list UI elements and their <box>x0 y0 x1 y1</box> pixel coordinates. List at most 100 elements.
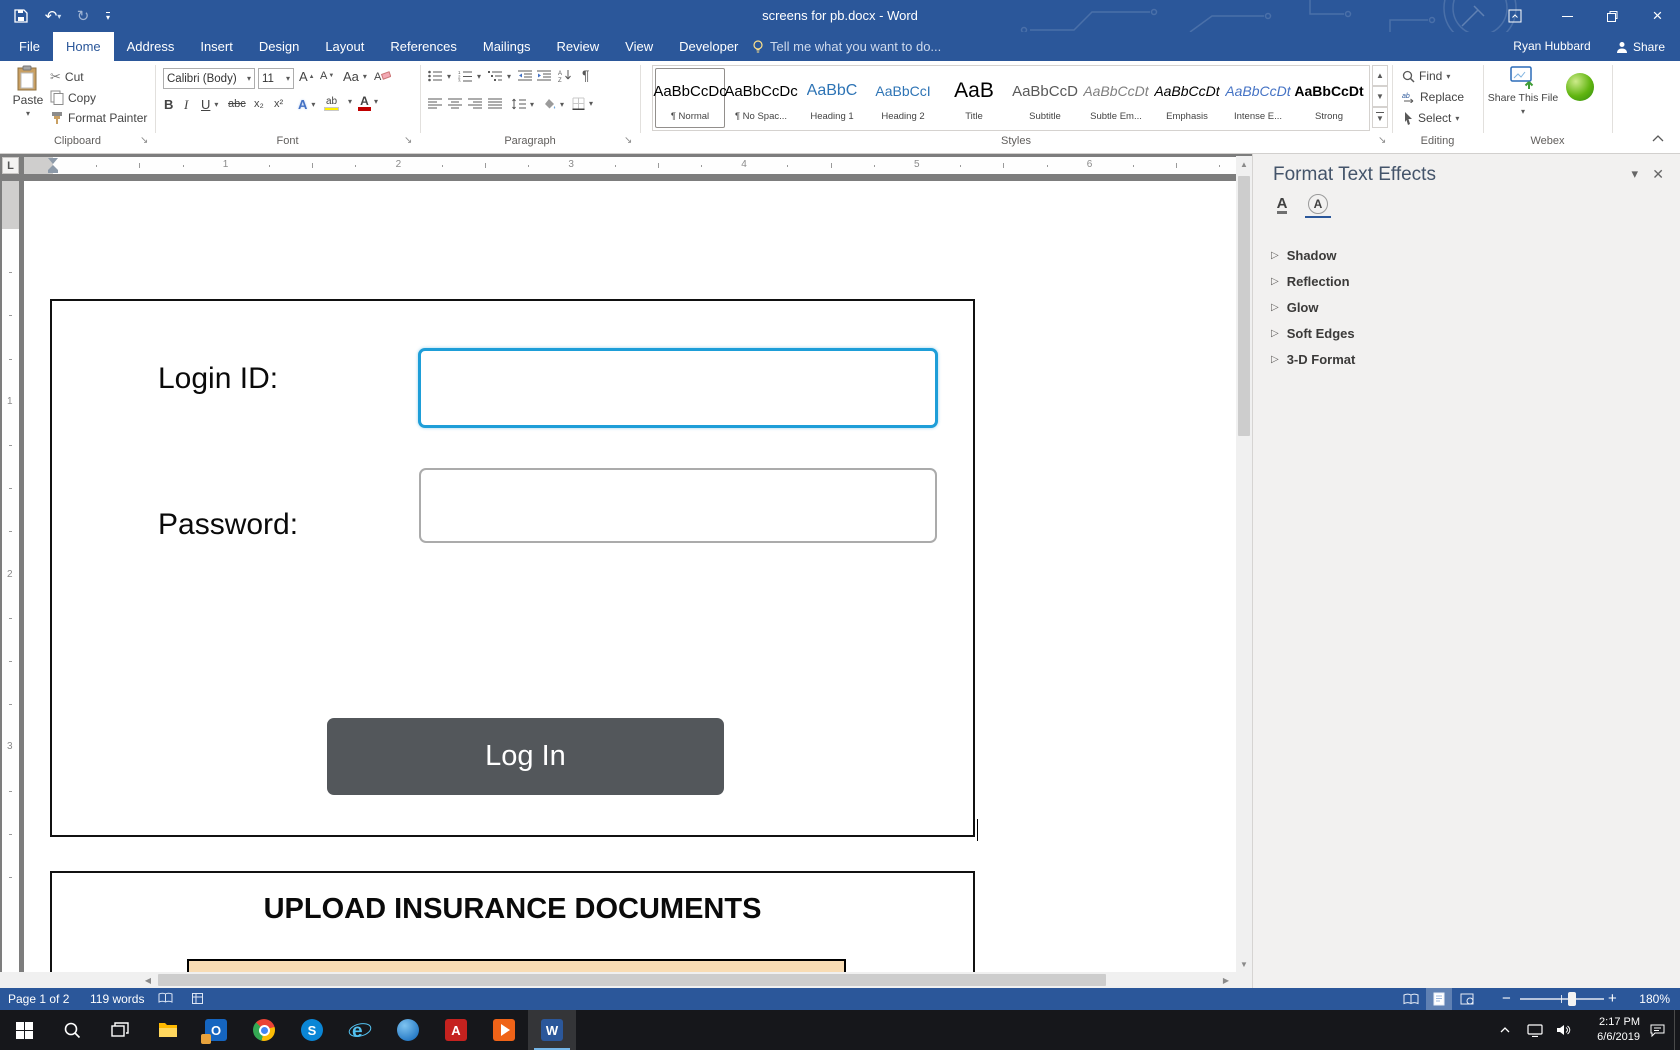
font-color-caret[interactable]: ▾ <box>374 97 378 106</box>
paragraph-dialog-launcher[interactable]: ↘ <box>624 135 632 146</box>
text-fill-outline-tab[interactable]: A <box>1269 192 1295 218</box>
font-dialog-launcher[interactable]: ↘ <box>404 135 412 146</box>
zoom-in-button[interactable]: + <box>1608 988 1617 1010</box>
pane-menu-button[interactable]: ▾ <box>1631 166 1638 182</box>
zoom-slider-thumb[interactable] <box>1568 992 1576 1006</box>
shrink-font-button[interactable]: A▼ <box>320 70 334 82</box>
clear-formatting-button[interactable]: A <box>374 69 391 82</box>
style-heading-2[interactable]: AaBbCcIHeading 2 <box>868 68 938 128</box>
password-input[interactable] <box>419 468 937 543</box>
action-center-button[interactable] <box>1642 1010 1672 1050</box>
login-id-input[interactable] <box>418 348 938 428</box>
tab-address[interactable]: Address <box>114 32 188 61</box>
document-page[interactable]: Login ID: Password: Log In UPLOAD INSURA… <box>24 181 1236 972</box>
restore-button[interactable] <box>1590 0 1635 32</box>
webex-button[interactable] <box>1566 73 1594 101</box>
network-tray-button[interactable] <box>1522 1010 1548 1050</box>
style-emphasis[interactable]: AaBbCcDtEmphasis <box>1152 68 1222 128</box>
tab-insert[interactable]: Insert <box>187 32 246 61</box>
task-view-button[interactable] <box>96 1010 144 1050</box>
horizontal-scrollbar[interactable]: ◀ ▶ <box>0 972 1252 988</box>
zoom-out-button[interactable]: − <box>1502 988 1511 1010</box>
replace-button[interactable]: ab Replace <box>1402 90 1464 104</box>
internet-explorer-button[interactable]: e <box>336 1010 384 1050</box>
taskbar-search-button[interactable] <box>48 1010 96 1050</box>
style-strong[interactable]: AaBbCcDtStrong <box>1294 68 1364 128</box>
horizontal-scrollbar-thumb[interactable] <box>158 974 1106 986</box>
font-size-select[interactable]: 11▾ <box>258 68 294 89</box>
effect-section-reflection[interactable]: ▷Reflection <box>1271 268 1660 294</box>
upload-dropzone[interactable] <box>187 959 846 972</box>
font-color-button[interactable]: A <box>358 95 371 111</box>
scroll-right-icon[interactable]: ▶ <box>1218 972 1234 988</box>
gallery-scroll-up-button[interactable]: ▲ <box>1372 65 1388 86</box>
show-formatting-marks-button[interactable]: ¶ <box>582 67 590 83</box>
print-layout-button[interactable] <box>1426 988 1452 1010</box>
taskbar-clock[interactable]: 2:17 PM 6/6/2019 <box>1578 1010 1640 1050</box>
zoom-slider-track[interactable] <box>1520 998 1604 1000</box>
superscript-button[interactable]: x² <box>274 98 283 110</box>
italic-button[interactable]: I <box>184 97 188 113</box>
page-count-status[interactable]: Page 1 of 2 <box>8 988 69 1010</box>
bold-button[interactable]: B <box>164 97 173 112</box>
first-line-indent-marker[interactable] <box>48 158 58 164</box>
bullets-button[interactable]: ▾ <box>428 70 451 82</box>
tab-design[interactable]: Design <box>246 32 312 61</box>
scroll-down-icon[interactable]: ▼ <box>1236 956 1252 972</box>
align-center-button[interactable] <box>448 98 462 110</box>
strikethrough-button[interactable]: abc <box>228 98 246 110</box>
media-app-button[interactable] <box>480 1010 528 1050</box>
start-button[interactable] <box>0 1010 48 1050</box>
effect-section-3-d-format[interactable]: ▷3-D Format <box>1271 346 1660 372</box>
paste-button[interactable]: Paste ▾ <box>10 65 46 118</box>
sort-button[interactable]: AZ <box>558 69 572 82</box>
tab-references[interactable]: References <box>377 32 469 61</box>
web-layout-button[interactable] <box>1454 988 1480 1010</box>
account-user-name[interactable]: Ryan Hubbard <box>1498 32 1606 61</box>
ribbon-display-options-button[interactable] <box>1492 0 1537 32</box>
macro-record-button[interactable] <box>192 993 203 1004</box>
share-this-file-button[interactable]: Share This File ▾ <box>1490 66 1556 116</box>
cut-button[interactable]: ✂ Cut <box>50 69 84 85</box>
log-in-button[interactable]: Log In <box>327 718 724 795</box>
tab-stop-selector[interactable]: L <box>2 157 19 174</box>
decrease-indent-button[interactable] <box>518 70 532 82</box>
style-intense-e[interactable]: AaBbCcDtIntense E... <box>1223 68 1293 128</box>
show-desktop-button[interactable] <box>1674 1010 1675 1050</box>
text-effects-tab[interactable]: A <box>1305 192 1331 218</box>
pane-close-button[interactable]: ✕ <box>1652 166 1664 183</box>
align-left-button[interactable] <box>428 98 442 110</box>
style-heading-1[interactable]: AaBbCHeading 1 <box>797 68 867 128</box>
effect-section-shadow[interactable]: ▷Shadow <box>1271 242 1660 268</box>
format-painter-button[interactable]: Format Painter <box>50 111 147 125</box>
chrome-button[interactable] <box>240 1010 288 1050</box>
find-button[interactable]: Find▾ <box>1402 69 1450 83</box>
acrobat-button[interactable]: A <box>432 1010 480 1050</box>
scroll-left-icon[interactable]: ◀ <box>140 972 156 988</box>
style-subtitle[interactable]: AaBbCcDSubtitle <box>1010 68 1080 128</box>
numbering-button[interactable]: 123▾ <box>458 70 481 82</box>
select-button[interactable]: Select▾ <box>1402 111 1459 125</box>
left-indent-marker[interactable] <box>48 170 58 173</box>
tab-file[interactable]: File <box>6 32 53 61</box>
increase-indent-button[interactable] <box>537 70 551 82</box>
text-effects-button[interactable]: A▾ <box>298 97 315 112</box>
shading-button[interactable]: ▾ <box>542 98 564 110</box>
effect-section-soft-edges[interactable]: ▷Soft Edges <box>1271 320 1660 346</box>
zoom-level-status[interactable]: 180% <box>1639 988 1670 1010</box>
tab-layout[interactable]: Layout <box>312 32 377 61</box>
gallery-more-button[interactable]: ▼ <box>1372 107 1388 128</box>
volume-tray-button[interactable] <box>1550 1010 1576 1050</box>
close-button[interactable]: × <box>1635 0 1680 32</box>
justify-button[interactable] <box>488 98 502 110</box>
grow-font-button[interactable]: A▲ <box>299 69 315 84</box>
proofing-status-button[interactable] <box>158 992 173 1005</box>
globe-app-button[interactable] <box>384 1010 432 1050</box>
share-button[interactable]: Share <box>1606 32 1675 61</box>
style-normal[interactable]: AaBbCcDc¶ Normal <box>655 68 725 128</box>
file-explorer-button[interactable] <box>144 1010 192 1050</box>
font-family-select[interactable]: Calibri (Body)▾ <box>163 68 255 89</box>
tab-review[interactable]: Review <box>544 32 613 61</box>
tray-overflow-button[interactable] <box>1492 1010 1518 1050</box>
collapse-ribbon-button[interactable] <box>1652 135 1664 142</box>
